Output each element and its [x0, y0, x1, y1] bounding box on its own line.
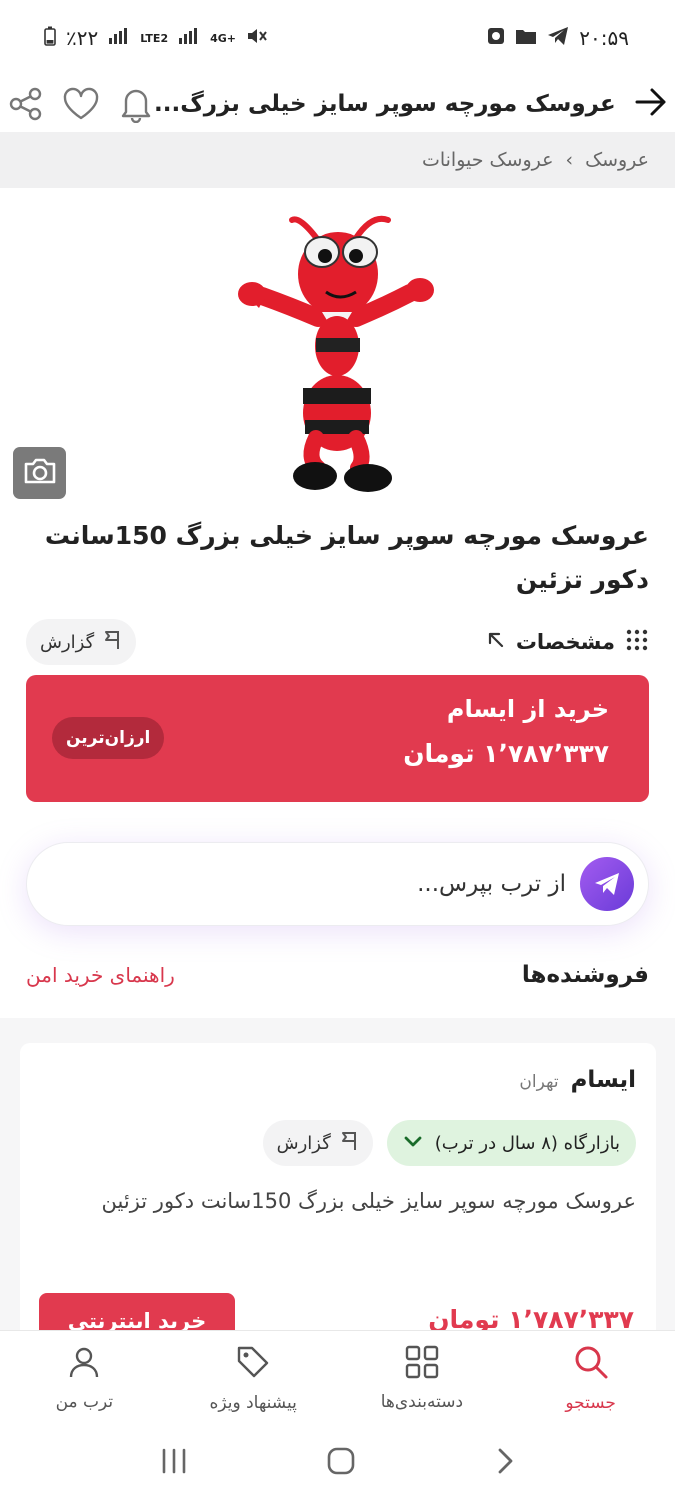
lte-label: LTE2	[140, 31, 169, 45]
cheapest-badge: ارزان‌ترین	[52, 717, 165, 759]
seller-name-row: ایسام تهران	[519, 1067, 636, 1093]
breadcrumb-item-animal-toys[interactable]: عروسک حیوانات	[422, 149, 554, 171]
app-header: عروسک مورچه سوپر سایز خیلی بزرگ...	[0, 76, 675, 132]
mute-icon	[246, 26, 268, 51]
nav-item-categories[interactable]: دسته‌بندی‌ها	[347, 1345, 497, 1412]
recent-apps-icon[interactable]	[159, 1448, 189, 1478]
product-title: عروسک مورچه سوپر سایز خیلی بزرگ 150سانت …	[44, 521, 649, 594]
sellers-title: فروشنده‌ها	[521, 962, 649, 988]
chevron-down-icon	[403, 1133, 423, 1154]
report-button[interactable]: گزارش	[26, 619, 137, 665]
record-icon	[487, 26, 505, 50]
ask-input[interactable]	[116, 871, 566, 897]
seller-report-label: گزارش	[276, 1132, 331, 1154]
flag-icon	[339, 1130, 359, 1157]
online-buy-button[interactable]: خرید اینترنتی	[39, 1293, 235, 1330]
dots-grid-icon	[625, 628, 649, 657]
arrow-up-left-icon	[486, 630, 506, 655]
battery-icon	[44, 26, 56, 51]
best-offer-card[interactable]: خرید از ایسام ۱٬۷۸۷٬۳۳۷ تومان ارزان‌ترین	[26, 675, 649, 802]
nav-item-my-torob[interactable]: ترب من	[9, 1345, 159, 1412]
buy-card-price: ۱٬۷۸۷٬۳۳۷ تومان	[403, 739, 609, 768]
status-right: ۲۰:۵۹	[487, 26, 629, 51]
seller-city: تهران	[519, 1072, 559, 1092]
telegram-icon	[547, 26, 569, 51]
page-title: عروسک مورچه سوپر سایز خیلی بزرگ...	[154, 91, 616, 117]
seller-offer-description: عروسک مورچه سوپر سایز خیلی بزرگ 150سانت …	[101, 1189, 636, 1213]
folder-icon	[515, 26, 537, 50]
ant-toy-image	[238, 215, 434, 492]
seller-card: ایسام تهران بازارگاه (۸ سال در ترب) گزار…	[20, 1043, 656, 1330]
network-type: 4G+	[210, 31, 237, 45]
signal-icon	[108, 28, 130, 48]
nav-label-search: جستجو	[565, 1392, 616, 1413]
seller-badges: بازارگاه (۸ سال در ترب) گزارش	[262, 1120, 636, 1166]
battery-percent: ٪۲۲	[66, 26, 99, 50]
system-nav-bar	[0, 1425, 675, 1500]
clock-time: ۲۰:۵۹	[579, 26, 629, 50]
main-content: عروسک مورچه سوپر سایز خیلی بزرگ 150سانت …	[0, 188, 675, 1330]
product-image[interactable]	[0, 188, 675, 508]
buy-card-title: خرید از ایسام	[446, 695, 609, 723]
specs-row: گزارش مشخصات	[26, 618, 649, 666]
send-icon[interactable]	[580, 857, 634, 911]
status-bar: ٪۲۲ LTE2 4G+ ۲۰:۵۹	[0, 0, 675, 76]
nav-item-search[interactable]: جستجو	[516, 1344, 666, 1413]
breadcrumb-separator: ›	[565, 149, 574, 171]
bazargah-badge[interactable]: بازارگاه (۸ سال در ترب)	[386, 1120, 636, 1166]
tag-icon	[235, 1344, 271, 1385]
flag-icon	[102, 629, 122, 656]
bazargah-label: بازارگاه (۸ سال در ترب)	[434, 1132, 620, 1154]
header-actions	[8, 85, 154, 123]
bottom-nav: ترب من پیشنهاد ویژه دسته‌بندی‌ها جستجو	[0, 1330, 675, 1425]
home-icon[interactable]	[326, 1446, 356, 1480]
user-icon	[67, 1345, 101, 1384]
breadcrumb: عروسک › عروسک حیوانات	[0, 132, 675, 188]
back-icon[interactable]	[494, 1446, 516, 1480]
ask-torob-box[interactable]	[26, 842, 649, 926]
nav-item-special-offer[interactable]: پیشنهاد ویژه	[178, 1344, 328, 1413]
status-left: ٪۲۲ LTE2 4G+	[44, 26, 268, 51]
seller-price: ۱٬۷۸۷٬۳۳۷ تومان	[428, 1305, 634, 1330]
specs-link[interactable]: مشخصات	[486, 628, 649, 657]
nav-label-special-offer: پیشنهاد ویژه	[209, 1392, 297, 1413]
search-icon	[573, 1344, 609, 1385]
nav-label-my-torob: ترب من	[55, 1391, 114, 1412]
nav-label-categories: دسته‌بندی‌ها	[380, 1391, 464, 1412]
seller-report-button[interactable]: گزارش	[262, 1120, 373, 1166]
seller-name[interactable]: ایسام	[571, 1067, 636, 1093]
sellers-header: راهنمای خرید امن فروشنده‌ها	[26, 953, 649, 997]
header-title-wrap: عروسک مورچه سوپر سایز خیلی بزرگ...	[154, 87, 668, 121]
report-label: گزارش	[40, 631, 95, 653]
camera-icon	[23, 456, 57, 490]
grid-icon	[405, 1345, 439, 1384]
safe-buy-guide-link[interactable]: راهنمای خرید امن	[26, 963, 175, 987]
share-icon[interactable]	[8, 86, 44, 122]
breadcrumb-item-toys[interactable]: عروسک	[585, 149, 649, 171]
bell-icon[interactable]	[118, 85, 154, 123]
image-search-button[interactable]	[13, 447, 66, 499]
specs-label: مشخصات	[515, 630, 615, 654]
back-arrow-icon[interactable]	[634, 87, 668, 121]
heart-icon[interactable]	[62, 87, 100, 121]
signal-icon-2	[178, 28, 200, 48]
